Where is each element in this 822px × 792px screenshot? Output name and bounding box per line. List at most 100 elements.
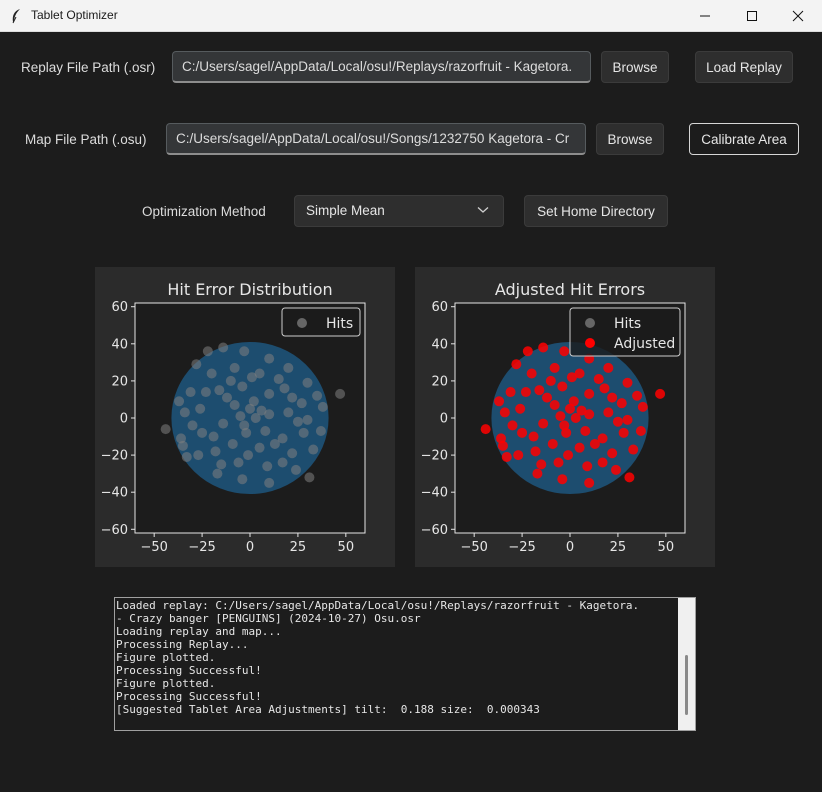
maximize-button[interactable] xyxy=(729,0,775,32)
hit-point xyxy=(239,346,250,357)
set-home-directory-button[interactable]: Set Home Directory xyxy=(524,195,668,227)
adjusted-point xyxy=(616,398,627,409)
adjusted-point xyxy=(532,468,543,479)
hit-point xyxy=(269,438,280,449)
adjusted-point xyxy=(584,477,595,488)
hit-point xyxy=(206,368,217,379)
hit-point xyxy=(227,438,238,449)
adjusted-point xyxy=(522,346,533,357)
adjusted-point xyxy=(599,383,610,394)
log-line: Processing Successful! xyxy=(116,664,262,677)
adjusted-point xyxy=(557,381,568,392)
hit-point xyxy=(287,448,298,459)
adjusted-point xyxy=(538,418,549,429)
legend-label: Hits xyxy=(614,316,641,332)
hit-point xyxy=(317,401,328,412)
optimization-method-select[interactable]: Simple Mean xyxy=(294,195,504,227)
minimize-button[interactable] xyxy=(682,0,728,32)
hit-point xyxy=(292,416,303,427)
hit-point xyxy=(237,474,248,485)
hit-point xyxy=(287,392,298,403)
map-path-input[interactable]: C:/Users/sagel/AppData/Local/osu!/Songs/… xyxy=(166,123,586,155)
adjusted-point xyxy=(624,472,635,483)
hit-point xyxy=(177,440,188,451)
adjusted-point xyxy=(538,342,549,353)
hit-point xyxy=(335,388,346,399)
adjusted-point xyxy=(499,407,510,418)
x-tick-label: −50 xyxy=(460,540,487,555)
adjusted-point xyxy=(597,457,608,468)
legend-marker xyxy=(297,318,307,328)
y-tick-label: −40 xyxy=(421,486,448,501)
adjusted-point xyxy=(547,438,558,449)
log-line: Processing Replay... xyxy=(116,638,249,651)
hit-error-distribution-plot: Hit Error Distribution −50 −25 0 25 50 −60 −40 −… xyxy=(95,267,395,567)
hit-point xyxy=(302,414,313,425)
log-line: Figure plotted. xyxy=(116,677,216,690)
adjusted-point xyxy=(559,420,570,431)
adjusted-hit-errors-chart: Adjusted Hit Errors −50 −25 0 25 50 −60 −40 −20 0… xyxy=(421,280,686,555)
calibrate-area-button[interactable]: Calibrate Area xyxy=(689,123,799,155)
console-scrollbar[interactable] xyxy=(678,598,695,730)
close-button[interactable] xyxy=(775,0,821,32)
hit-point xyxy=(264,353,275,364)
y-tick-label: 60 xyxy=(431,300,448,315)
hit-point xyxy=(312,390,323,401)
hit-point xyxy=(245,403,255,414)
map-path-label: Map File Path (.osu) xyxy=(25,132,147,147)
adjusted-point xyxy=(507,420,518,431)
hit-point xyxy=(202,346,213,357)
adjusted-point xyxy=(580,425,591,436)
hit-point xyxy=(191,359,202,370)
hit-point xyxy=(208,431,219,442)
replay-browse-button[interactable]: Browse xyxy=(601,51,669,83)
hit-point xyxy=(185,387,196,398)
replay-path-input[interactable]: C:/Users/sagel/AppData/Local/osu!/Replay… xyxy=(172,51,591,83)
x-tick-label: 25 xyxy=(610,540,627,555)
hit-point xyxy=(212,468,223,479)
x-tick-label: 0 xyxy=(246,540,254,555)
title-bar[interactable]: Tablet Optimizer xyxy=(0,0,822,32)
adjusted-point xyxy=(628,444,639,455)
hit-point xyxy=(235,411,246,422)
map-browse-button[interactable]: Browse xyxy=(596,123,664,155)
log-console[interactable]: Loaded replay: C:/Users/sagel/AppData/Lo… xyxy=(114,597,696,731)
adjusted-point xyxy=(566,372,577,383)
hit-point xyxy=(302,377,313,388)
adjusted-point xyxy=(526,368,537,379)
load-replay-button[interactable]: Load Replay xyxy=(695,51,793,83)
y-tick-label: −20 xyxy=(421,449,448,464)
hit-point xyxy=(264,477,275,488)
log-line: Figure plotted. xyxy=(116,651,216,664)
hit-point xyxy=(283,407,294,418)
hit-point xyxy=(229,400,240,411)
hit-point xyxy=(179,407,190,418)
hit-point xyxy=(214,385,225,396)
hit-point xyxy=(160,424,171,435)
hit-point xyxy=(279,383,290,394)
hit-point xyxy=(187,420,198,431)
hit-point xyxy=(291,464,301,475)
adjusted-point xyxy=(611,464,621,475)
hit-point xyxy=(296,398,307,409)
window-title: Tablet Optimizer xyxy=(31,8,118,22)
x-tick-label: −25 xyxy=(188,540,215,555)
adjusted-point xyxy=(622,377,633,388)
log-line: Loaded replay: C:/Users/sagel/AppData/Lo… xyxy=(116,599,640,612)
hit-point xyxy=(197,427,208,438)
adjusted-point xyxy=(607,448,618,459)
adjusted-point xyxy=(505,387,516,398)
console-scroll-thumb[interactable] xyxy=(685,655,688,715)
adjusted-point xyxy=(635,425,646,436)
adjusted-point xyxy=(607,392,618,403)
adjusted-point xyxy=(612,416,623,427)
adjusted-point xyxy=(559,346,570,357)
log-line: Loading replay and map... xyxy=(116,625,282,638)
hit-point xyxy=(246,372,257,383)
adjusted-point xyxy=(534,385,545,396)
adjusted-point xyxy=(513,450,524,461)
adjusted-point xyxy=(497,440,508,451)
x-tick-label: −25 xyxy=(508,540,535,555)
maximize-icon xyxy=(747,11,757,21)
adjusted-point xyxy=(582,461,593,472)
